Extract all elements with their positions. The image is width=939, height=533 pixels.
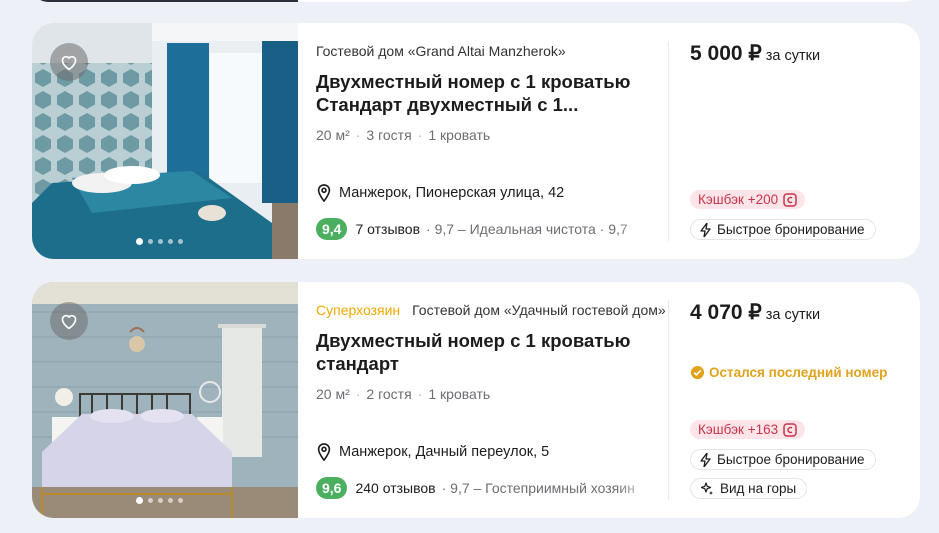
price-amount: 5 000 ₽ [690,42,762,65]
room-specs: 20 м² · 3 гостя · 1 кровать [316,127,491,143]
lightning-icon [700,452,711,467]
sparkle-icon [700,481,713,495]
badge-label: Быстрое бронирование [717,222,865,237]
room-area: 20 м² [316,127,350,143]
address-text: Манжерок, Пионерская улица, 42 [339,185,565,201]
price-unit: за сутки [765,48,821,64]
photo-carousel-dots[interactable] [136,497,183,504]
lightning-icon [700,222,711,237]
cashback-label: Кэшбэк +200 [698,192,779,207]
cashback-badge: Кэшбэк +163 [690,420,806,439]
instant-booking-badge: Быстрое бронирование [690,219,876,240]
availability-text: Остался последний номер [709,365,888,380]
heart-icon [61,55,77,71]
bed-count: 1 кровать [428,386,491,402]
room-title[interactable]: Двухместный номер с 1 кроватью стандарт [316,329,668,375]
rating-row[interactable]: 9,4 7 отзывов · 9,7 – Идеальная чистота … [316,218,656,240]
guest-count: 3 гостя [366,127,412,143]
carousel-dot[interactable] [178,239,183,244]
badge-label: Вид на горы [720,481,797,496]
host-line[interactable]: Суперхозяин Гостевой дом «Удачный гостево… [316,302,668,318]
availability-notice: Остался последний номер [690,365,887,380]
price-amount: 4 070 ₽ [690,301,762,324]
host-name: Гостевой дом «Удачный гостевой дом» [412,302,666,318]
room-specs: 20 м² · 2 гостя · 1 кровать [316,386,491,402]
cashback-coin-icon [783,422,797,437]
listing-photo[interactable] [32,23,298,259]
review-count[interactable]: 240 отзывов [355,480,435,496]
cashback-label: Кэшбэк +163 [698,422,779,437]
carousel-dot[interactable] [136,497,143,504]
rating-row[interactable]: 9,6 240 отзывов · 9,7 – Гостеприимный хо… [316,477,656,499]
location-pin-icon [317,184,331,202]
price: 5 000 ₽ за сутки [690,41,820,66]
check-circle-icon [690,365,705,380]
carousel-dot[interactable] [136,238,143,245]
review-count[interactable]: 7 отзывов [355,221,420,237]
favorite-heart-button[interactable] [50,302,88,340]
carousel-dot[interactable] [168,498,173,503]
listing-card[interactable]: Суперхозяин Гостевой дом «Удачный гостево… [32,282,920,518]
divider [668,41,669,241]
previous-card-edge [32,0,920,2]
location-pin-icon [317,443,331,461]
price: 4 070 ₽ за сутки [690,300,820,325]
photo-carousel-dots[interactable] [136,238,183,245]
price-panel: 4 070 ₽ за сутки Остался последний номер … [690,282,910,518]
room-area: 20 м² [316,386,350,402]
address-text: Манжерок, Дачный переулок, 5 [339,444,550,460]
price-panel: 5 000 ₽ за сутки Кэшбэк +200 Быстрое брон… [690,23,910,259]
listing-photo[interactable] [32,282,298,518]
cashback-coin-icon [783,192,797,207]
carousel-dot[interactable] [148,498,153,503]
carousel-dot[interactable] [158,498,163,503]
review-tags: · 9,7 – Идеальная чистота · 9,7 [426,221,628,237]
carousel-dot[interactable] [148,239,153,244]
listing-card[interactable]: Гостевой дом «Grand Altai Manzherok» Дву… [32,23,920,259]
price-unit: за сутки [765,307,821,323]
rating-score: 9,4 [316,218,348,240]
mountain-view-badge: Вид на горы [690,478,808,499]
carousel-dot[interactable] [178,498,183,503]
carousel-dot[interactable] [158,239,163,244]
carousel-dot[interactable] [168,239,173,244]
rating-score: 9,6 [316,477,348,499]
review-tags: · 9,7 – Гостеприимный хозяин [441,480,635,496]
listing-info: Гостевой дом «Grand Altai Manzherok» Дву… [316,23,668,259]
host-name[interactable]: Гостевой дом «Grand Altai Manzherok» [316,43,668,59]
favorite-heart-button[interactable] [50,43,88,81]
guest-count: 2 гостя [366,386,412,402]
address[interactable]: Манжерок, Пионерская улица, 42 [316,184,564,202]
address[interactable]: Манжерок, Дачный переулок, 5 [316,443,549,461]
heart-icon [61,314,77,330]
cashback-badge: Кэшбэк +200 [690,190,806,209]
superhost-label: Суперхозяин [316,302,401,318]
divider [668,300,669,500]
room-title[interactable]: Двухместный номер с 1 кроватью Стандарт … [316,70,668,116]
badge-label: Быстрое бронирование [717,452,865,467]
instant-booking-badge: Быстрое бронирование [690,449,876,470]
listing-info: Суперхозяин Гостевой дом «Удачный гостево… [316,282,668,518]
bed-count: 1 кровать [428,127,491,143]
